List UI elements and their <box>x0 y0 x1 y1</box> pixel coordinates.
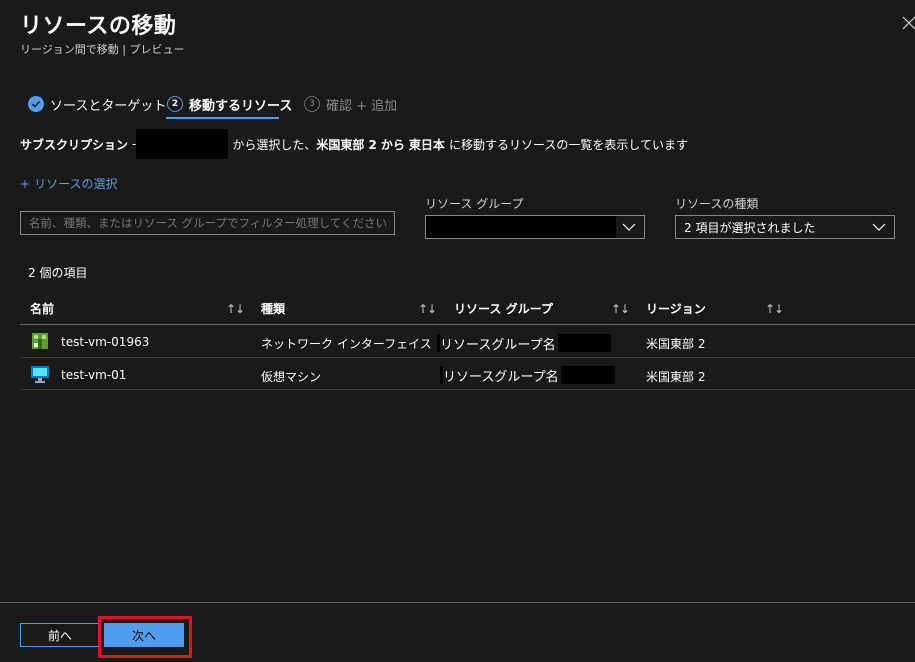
row-type: ネットワーク インターフェイス <box>261 337 432 351</box>
close-icon[interactable] <box>901 14 915 32</box>
tab-label: 移動するリソース <box>189 98 293 114</box>
row-region: 米国東部 2 <box>646 370 706 384</box>
close-button[interactable] <box>901 14 915 32</box>
target-region: 東日本 <box>408 137 445 152</box>
header-divider <box>20 324 915 325</box>
row-resource-group: リソースグループ名 <box>437 333 611 353</box>
sort-icon[interactable]: ↑↓ <box>226 302 245 316</box>
desc-suffix: に移動するリソースの一覧を表示しています <box>448 137 688 152</box>
resource-type-value: 2 項目が選択されました <box>684 220 816 235</box>
tab-review-add: 3 確認 + 追加 <box>304 92 397 116</box>
redacted-subscription <box>136 129 229 159</box>
page-title: リソースの移動 <box>20 14 177 39</box>
resource-type-dropdown[interactable]: 2 項目が選択されました <box>675 215 895 239</box>
sort-icon[interactable]: ↑↓ <box>611 302 630 316</box>
subscription-label: サブスクリプション <box>20 137 129 152</box>
row-region: 米国東部 2 <box>646 337 706 351</box>
network-interface-icon <box>31 332 49 353</box>
row-divider <box>20 357 915 358</box>
tab-resources-to-move[interactable]: 2 移動するリソース <box>167 92 292 116</box>
move-description: サブスクリプション - から選択した、 米国東部 2 から 東日本 に移動するリ… <box>20 129 688 159</box>
resource-group-dropdown[interactable] <box>425 215 645 239</box>
column-header-type[interactable]: 種類 <box>261 300 285 317</box>
step-number: 2 <box>167 96 183 112</box>
select-resources-link[interactable]: + リソースの選択 <box>20 175 117 192</box>
highlight-box <box>98 616 192 658</box>
from-word: から <box>380 137 405 152</box>
chevron-down-icon <box>622 223 636 231</box>
resource-group-label: リソース グループ <box>425 197 524 211</box>
column-header-name[interactable]: 名前 <box>30 300 54 317</box>
redacted-resource-group <box>426 216 616 238</box>
row-name[interactable]: test-vm-01963 <box>61 335 149 349</box>
check-circle-icon <box>28 96 44 112</box>
active-tab-indicator <box>166 117 279 119</box>
column-header-resource-group[interactable]: リソース グループ <box>454 300 553 317</box>
step-number: 3 <box>304 96 320 112</box>
tab-label: 確認 + 追加 <box>326 98 398 114</box>
row-type: 仮想マシン <box>261 370 322 384</box>
row-name[interactable]: test-vm-01 <box>61 368 126 382</box>
item-count: 2 個の項目 <box>28 266 88 280</box>
chevron-down-icon <box>872 223 886 231</box>
filter-input[interactable] <box>20 211 395 235</box>
resource-type-label: リソースの種類 <box>675 197 759 211</box>
sort-icon[interactable]: ↑↓ <box>418 302 437 316</box>
column-header-region[interactable]: リージョン <box>646 300 706 317</box>
row-resource-group: リソースグループ名 <box>440 365 615 385</box>
desc-middle: から選択した、 <box>232 137 317 152</box>
select-resources-label: リソースの選択 <box>34 177 118 191</box>
source-region: 米国東部 2 <box>316 137 377 152</box>
row-divider <box>20 389 915 390</box>
footer-divider <box>0 602 915 603</box>
plus-icon: + <box>20 177 31 191</box>
page-subtitle: リージョン間で移動 | プレビュー <box>20 43 185 56</box>
virtual-machine-icon <box>30 364 50 387</box>
sort-icon[interactable]: ↑↓ <box>765 302 784 316</box>
previous-button[interactable]: 前へ <box>20 623 100 647</box>
tab-label: ソースとターゲット <box>50 98 167 114</box>
tab-source-target[interactable]: ソースとターゲット <box>28 92 166 116</box>
